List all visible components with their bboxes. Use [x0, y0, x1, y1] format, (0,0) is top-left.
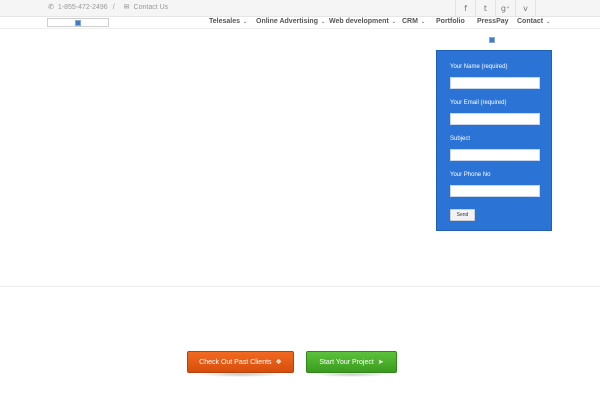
phone-label: Your Phone No [450, 172, 491, 178]
name-field[interactable] [450, 77, 540, 89]
button-shadow [197, 372, 284, 377]
section-divider [0, 286, 600, 287]
chevron-down-icon: ⌄ [546, 18, 551, 25]
past-clients-button[interactable]: Check Out Past Clients ❖ [187, 351, 294, 373]
nav-item-online-advertising[interactable]: Online Advertising ⌄ [256, 18, 325, 25]
nav-item-presspay[interactable]: PressPay [477, 18, 509, 25]
site-logo[interactable] [47, 18, 109, 27]
envelope-icon: ✉ [123, 4, 130, 11]
nav-item-portfolio[interactable]: Portfolio [436, 18, 465, 25]
email-label: Your Email (required) [450, 100, 507, 106]
top-bar: ✆ 1-855-472-2496 / ✉ Contact Us f t g⁺ v [0, 0, 600, 17]
nav-label: Online Advertising [256, 18, 318, 25]
phone-field[interactable] [450, 185, 540, 197]
chevron-down-icon: ⌄ [420, 18, 426, 25]
social-links: f t g⁺ v [455, 0, 536, 16]
button-shadow [314, 372, 389, 377]
chevron-down-icon: ⌄ [243, 18, 248, 25]
start-project-label: Start Your Project [319, 358, 374, 366]
vimeo-icon[interactable]: v [515, 0, 536, 16]
email-field[interactable] [450, 113, 540, 125]
diamond-icon: ❖ [275, 358, 282, 366]
nav-item-crm[interactable]: CRM ⌄ [402, 18, 425, 25]
subject-label: Subject [450, 136, 471, 142]
past-clients-label: Check Out Past Clients [199, 358, 272, 366]
contact-us-link[interactable]: Contact Us [134, 4, 169, 11]
nav-label: Web development [329, 18, 389, 25]
nav-item-telesales[interactable]: Telesales ⌄ [209, 18, 247, 25]
broken-image-icon [489, 37, 495, 43]
nav-item-contact[interactable]: Contact ⌄ [517, 18, 550, 25]
separator: / [112, 3, 115, 11]
twitter-icon[interactable]: t [475, 0, 495, 16]
nav-label: CRM [402, 18, 418, 25]
rocket-icon: ➤ [377, 358, 384, 366]
start-project-button[interactable]: Start Your Project ➤ [306, 351, 397, 373]
nav-label: PressPay [477, 18, 509, 25]
phone-number[interactable]: 1-855-472-2496 [58, 4, 108, 11]
nav-item-web-development[interactable]: Web development ⌄ [329, 18, 396, 25]
subject-field[interactable] [450, 149, 540, 161]
contact-line: ✆ 1-855-472-2496 / ✉ Contact Us [48, 3, 169, 12]
google-plus-icon[interactable]: g⁺ [495, 0, 515, 16]
name-label: Your Name (required) [450, 64, 508, 70]
broken-image-icon [75, 20, 81, 26]
contact-form: Your Name (required) Your Email (require… [436, 50, 552, 231]
nav-label: Telesales [209, 18, 241, 25]
facebook-icon[interactable]: f [455, 0, 475, 16]
chevron-down-icon: ⌄ [320, 18, 326, 25]
nav-label: Portfolio [436, 18, 465, 25]
phone-icon: ✆ [48, 4, 54, 11]
send-button[interactable]: Send [450, 209, 475, 221]
nav-label: Contact [517, 18, 544, 25]
chevron-down-icon: ⌄ [391, 18, 396, 25]
